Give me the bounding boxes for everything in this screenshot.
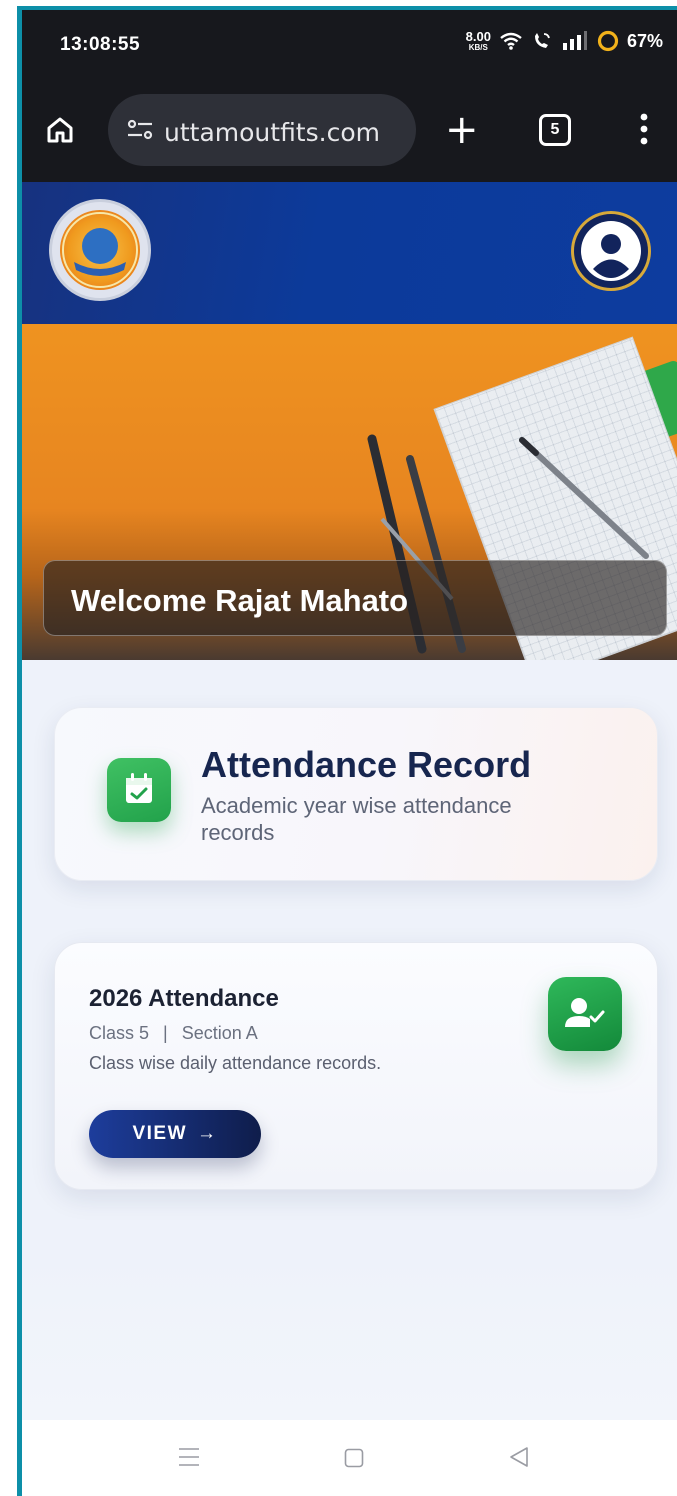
status-bar: 13:08:55 8.00 KB/S 67% [22,10,677,82]
network-speed-value: 8.00 [465,29,491,44]
user-check-glyph [565,998,605,1027]
school-logo[interactable] [52,202,148,298]
arrow-right-icon: → [197,1123,218,1144]
network-speed-unit: KB/S [468,43,488,52]
url-text[interactable]: uttamoutfits.com [164,118,380,147]
wifi-icon [500,32,522,50]
hero-pencil-illustration [519,437,649,559]
profile-silhouette [581,221,641,281]
attendance-record-subtitle: Academic year wise attendance records [201,793,512,845]
section-label: Section A [181,1023,258,1043]
calendar-check-glyph [126,773,152,803]
view-button[interactable]: VIEW → [89,1110,261,1158]
tab-switcher-icon[interactable]: 5 [539,114,571,146]
network-speed: 8.00 KB/S [466,30,491,52]
wifi-calling-icon [534,33,550,48]
signal-icon [562,31,587,50]
site-settings-icon[interactable] [126,118,154,142]
year-attendance-description: Class wise daily attendance records. [89,1053,382,1073]
year-attendance-title: 2026 Attendance [89,985,279,1012]
attendance-record-title: Attendance Record [201,744,532,785]
school-logo-ribbon [62,212,138,288]
battery-ring-icon [597,30,619,52]
system-nav-bar [22,1420,677,1496]
screen-frame: 13:08:55 8.00 KB/S 67% uttamoutfits.com … [0,0,677,1496]
nav-home-icon[interactable] [344,1448,364,1468]
hero-banner: Welcome Rajat Mahato [22,324,677,660]
school-logo-emblem [60,210,140,290]
home-icon[interactable] [46,116,74,144]
page-bottom-area [22,1246,677,1420]
app-header [22,182,677,324]
more-icon[interactable] [639,112,649,146]
status-time: 13:08:55 [60,34,141,55]
year-attendance-card[interactable]: 2026 Attendance Class 5 | Section A Clas… [54,942,658,1190]
battery-percent: 67% [626,30,663,51]
meta-separator: | [163,1023,168,1043]
browser-toolbar: uttamoutfits.com + 5 [22,82,677,182]
new-tab-icon[interactable]: + [445,110,479,150]
status-indicators: 8.00 KB/S 67% [466,30,663,52]
profile-icon[interactable] [574,214,648,288]
welcome-text: Welcome Rajat Mahato [71,583,409,618]
welcome-banner: Welcome Rajat Mahato [43,560,667,636]
view-button-label: VIEW [132,1123,188,1144]
nav-back-icon[interactable] [508,1446,530,1468]
phone-screen: 13:08:55 8.00 KB/S 67% uttamoutfits.com … [22,10,677,1496]
nav-menu-icon[interactable] [178,1446,200,1468]
address-bar[interactable]: uttamoutfits.com [108,94,416,166]
attendance-record-card: Attendance Record Academic year wise att… [54,707,658,881]
calendar-check-icon [107,758,171,822]
class-label: Class 5 [89,1023,150,1043]
user-check-icon [548,977,622,1051]
year-attendance-meta: Class 5 | Section A [89,1023,258,1044]
